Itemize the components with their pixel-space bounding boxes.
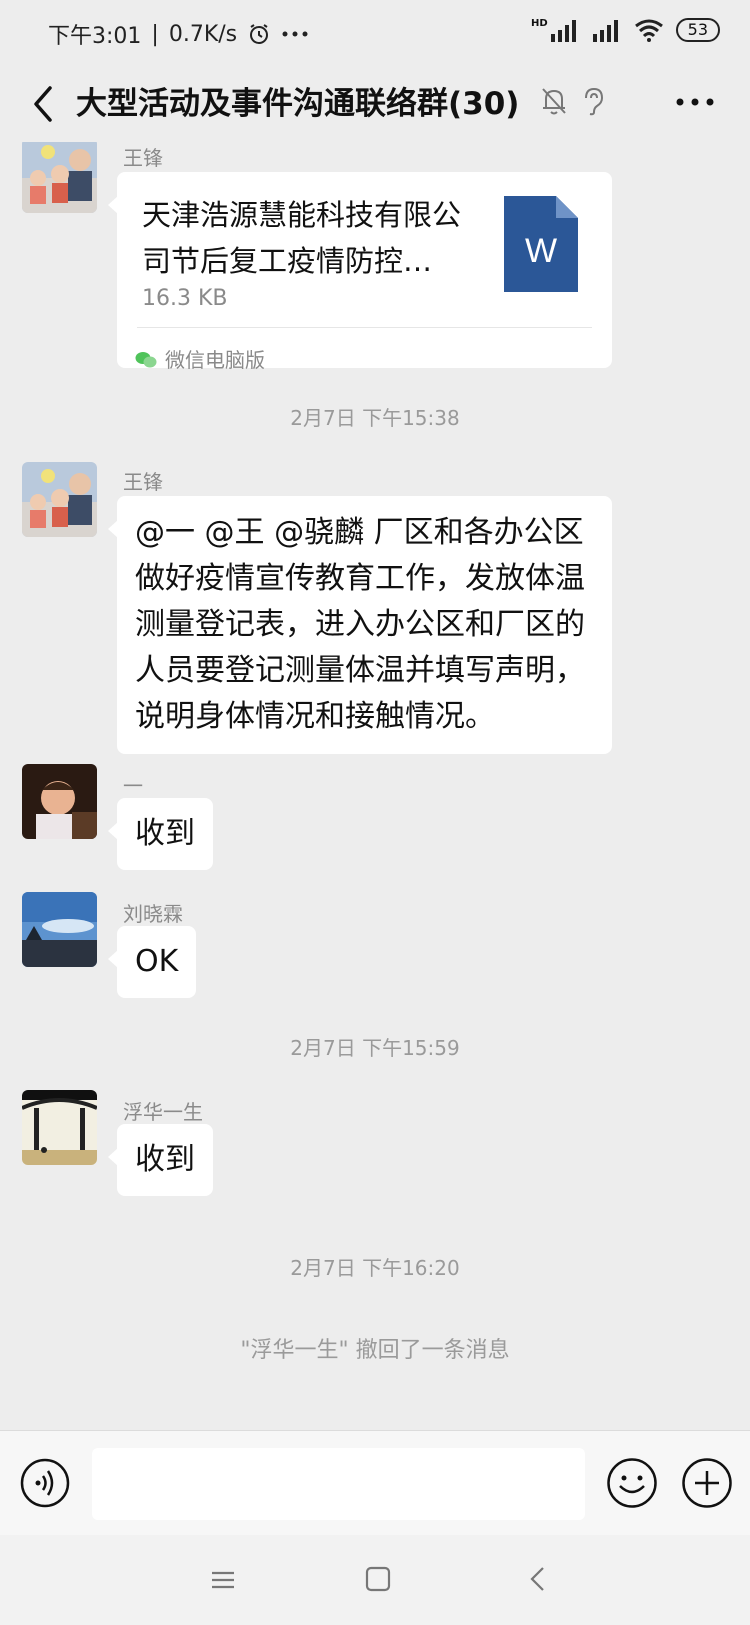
wifi-icon	[634, 19, 663, 42]
hd-label: HD	[530, 18, 548, 29]
bubble-tail	[108, 1148, 118, 1166]
earpiece-icon	[585, 87, 604, 116]
avatar-photo	[22, 142, 97, 213]
timestamp: 2月7日 下午15:59	[290, 1036, 460, 1060]
timestamp: 2月7日 下午15:38	[290, 406, 460, 430]
more-dots-icon	[282, 31, 308, 37]
chat-messages[interactable]: 王锋 天津浩源慧能科技有限公司节后复工疫情防控… 16.3 KB W 微信电脑版…	[0, 142, 750, 1430]
input-bar	[0, 1430, 750, 1536]
status-divider: |	[151, 21, 159, 47]
file-message-card[interactable]: 天津浩源慧能科技有限公司节后复工疫情防控… 16.3 KB W 微信电脑版	[108, 172, 612, 372]
status-left: 下午3:01 | 0.7K/s	[48, 18, 309, 50]
avatar[interactable]	[22, 142, 97, 213]
avatar-photo	[22, 462, 97, 537]
avatar[interactable]	[22, 892, 97, 967]
word-icon-letter: W	[525, 232, 557, 270]
battery-indicator: 53	[675, 18, 720, 42]
recall-notice: "浮华一生" 撤回了一条消息	[240, 1338, 510, 1363]
more-functions-button[interactable]	[681, 1457, 733, 1509]
word-document-icon: W	[504, 196, 578, 292]
status-bar: 下午3:01 | 0.7K/s HD 53	[0, 0, 750, 70]
sender-name: 浮华一生	[123, 1100, 203, 1124]
bubble-tail	[108, 520, 118, 538]
signal-icon	[550, 20, 576, 42]
more-options-button[interactable]	[670, 82, 720, 122]
avatar-photo	[22, 1090, 97, 1165]
title-status-icons	[540, 86, 606, 116]
bubble-tail	[108, 950, 118, 968]
wechat-icon	[135, 352, 157, 368]
system-nav-bar	[0, 1535, 750, 1625]
sender-name: 王锋	[123, 470, 163, 494]
signal-icon-2	[592, 20, 618, 42]
status-right: HD 53	[531, 18, 720, 42]
bubble-tail	[108, 196, 118, 214]
file-size: 16.3 KB	[142, 286, 228, 311]
avatar[interactable]	[22, 462, 97, 537]
sender-name: 刘晓霖	[123, 902, 183, 926]
file-source-label: 微信电脑版	[165, 348, 265, 372]
avatar[interactable]	[22, 1090, 97, 1165]
avatar-photo	[22, 892, 97, 967]
avatar[interactable]	[22, 764, 97, 839]
text-message[interactable]: 收到	[108, 798, 213, 870]
emoji-button[interactable]	[606, 1457, 658, 1509]
nav-back-button[interactable]	[525, 1565, 551, 1593]
file-card-divider	[137, 327, 592, 328]
recent-apps-button[interactable]	[210, 1567, 236, 1593]
text-message[interactable]: @一 @王 @骁麟 厂区和各办公区做好疫情宣传教育工作，发放体温测量登记表，进入…	[108, 496, 612, 754]
text-message[interactable]: 收到	[108, 1124, 213, 1196]
file-title: 天津浩源慧能科技有限公司节后复工疫情防控…	[142, 198, 462, 278]
sender-name: 王锋	[123, 146, 163, 170]
voice-input-button[interactable]	[20, 1458, 70, 1508]
message-text: @一 @王 @骁麟 厂区和各办公区做好疫情宣传教育工作，发放体温测量登记表，进入…	[135, 515, 585, 734]
chat-header: 大型活动及事件沟通联络群(30)	[0, 70, 750, 142]
message-input[interactable]	[92, 1448, 585, 1520]
mute-icon	[542, 88, 566, 115]
timestamp: 2月7日 下午16:20	[290, 1256, 460, 1280]
alarm-icon	[250, 24, 269, 44]
home-button[interactable]	[365, 1566, 391, 1592]
chat-title: 大型活动及事件沟通联络群(30)	[76, 86, 520, 122]
avatar-photo	[22, 764, 97, 839]
message-text: OK	[135, 944, 179, 979]
file-source: 微信电脑版	[135, 337, 265, 383]
message-text: 收到	[135, 816, 195, 851]
message-text: 收到	[135, 1142, 195, 1177]
bubble-tail	[108, 822, 118, 840]
status-net-speed: 0.7K/s	[168, 21, 238, 47]
status-time: 下午3:01	[48, 24, 142, 49]
sender-name: 一	[123, 774, 143, 798]
text-message[interactable]: OK	[108, 926, 197, 998]
back-button[interactable]	[20, 80, 68, 128]
